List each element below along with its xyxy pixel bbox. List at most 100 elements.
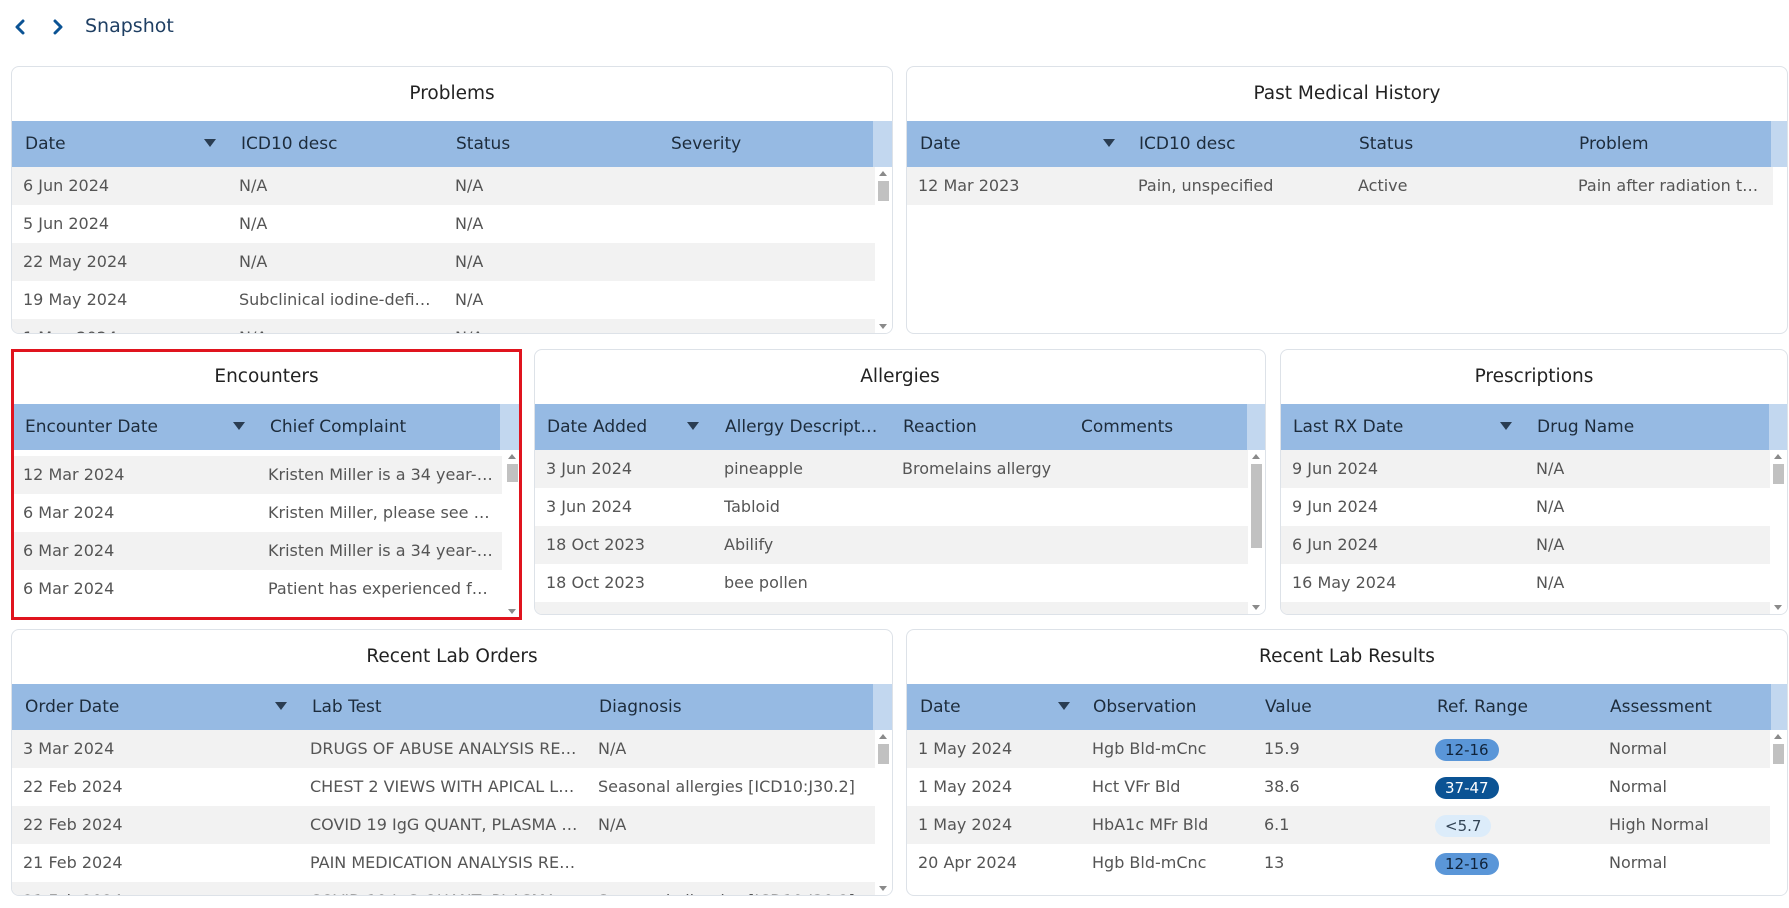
scrollbar[interactable]: [1770, 730, 1787, 895]
column-header-drug-name[interactable]: Drug Name: [1537, 404, 1634, 450]
column-header-date[interactable]: Date: [25, 121, 66, 167]
sort-desc-icon[interactable]: [275, 702, 287, 710]
scrollbar-thumb[interactable]: [878, 744, 889, 764]
card-title: Problems: [409, 83, 495, 104]
column-header-encounter-date[interactable]: Encounter Date: [25, 404, 158, 450]
ref-range-badge: 12-16: [1435, 852, 1499, 875]
table-row[interactable]: 12 May 2024N/A: [1281, 602, 1771, 614]
table-row[interactable]: 6 Mar 2024 Kristen Miller, please see yo…: [12, 494, 502, 532]
table-row[interactable]: 12 Mar 2024 Kristen Miller is a 34 year-o…: [12, 456, 502, 494]
column-header-chief-complaint[interactable]: Chief Complaint: [270, 404, 406, 450]
scrollbar-thumb[interactable]: [1773, 744, 1784, 764]
column-header-severity[interactable]: Severity: [671, 121, 741, 167]
table-row[interactable]: 22 Feb 2024 COVID 19 IgG QUANT, PLASMA (……: [12, 806, 875, 844]
recent-lab-results-card: Recent Lab Results Date Observation Valu…: [906, 629, 1788, 896]
sort-desc-icon[interactable]: [233, 422, 245, 430]
table-header: Date Observation Value Ref. Range Assess…: [907, 684, 1773, 730]
scrollbar[interactable]: [504, 450, 521, 618]
table-row[interactable]: 3 Mar 2024 DRUGS OF ABUSE ANALYSIS RE… N/A: [12, 730, 875, 768]
column-header-icd10[interactable]: ICD10 desc: [241, 121, 337, 167]
column-header-allergy-description[interactable]: Allergy Descript…: [725, 404, 877, 450]
table-header: Date ICD10 desc Status Problem: [907, 121, 1773, 167]
table-row[interactable]: 21 Feb 2024COVID 19 IgG QUANT, PLASMA (……: [12, 882, 875, 895]
table-row[interactable]: 1 May 2024 Hgb Bld-mCnc 15.9 12-16 Normal: [907, 730, 1773, 768]
scrollbar[interactable]: [1770, 450, 1787, 614]
scrollbar-thumb[interactable]: [1251, 464, 1262, 548]
scroll-up-icon[interactable]: [1252, 454, 1260, 459]
column-header-last-rx-date[interactable]: Last RX Date: [1293, 404, 1403, 450]
table-header: Order Date Lab Test Diagnosis: [12, 684, 875, 730]
column-header-date-added[interactable]: Date Added: [547, 404, 647, 450]
table-body: 9 Jun 2024 N/A 9 Jun 2024 N/A 6 Jun 2024 N/…: [1281, 450, 1771, 614]
allergies-card: Allergies Date Added Allergy Descript… R…: [534, 349, 1266, 615]
table-row[interactable]: 6 Mar 2024 Patient has experienced feel…: [12, 570, 502, 608]
table-row[interactable]: 20 Apr 2024 Hgb Bld-mCnc 13 12-16 Normal: [907, 844, 1773, 882]
column-header-icd10[interactable]: ICD10 desc: [1139, 121, 1235, 167]
scrollbar[interactable]: [875, 167, 892, 333]
past-medical-history-card: Past Medical History Date ICD10 desc Sta…: [906, 66, 1788, 334]
sort-desc-icon[interactable]: [204, 139, 216, 147]
column-header-date[interactable]: Date: [920, 121, 961, 167]
scroll-down-icon[interactable]: [1252, 605, 1260, 610]
column-header-comments[interactable]: Comments: [1081, 404, 1173, 450]
column-header-status[interactable]: Status: [456, 121, 510, 167]
chevron-right-icon: [53, 19, 63, 35]
prescriptions-card: Prescriptions Last RX Date Drug Name 9 J…: [1280, 349, 1788, 615]
column-header-order-date[interactable]: Order Date: [25, 684, 119, 730]
scroll-down-icon[interactable]: [879, 324, 887, 329]
column-header-observation[interactable]: Observation: [1093, 684, 1197, 730]
column-header-status[interactable]: Status: [1359, 121, 1413, 167]
table-row[interactable]: 6 Mar 2024 Kristen Miller is a 34 year-ol…: [12, 532, 502, 570]
scroll-down-icon[interactable]: [879, 886, 887, 891]
sort-desc-icon[interactable]: [1058, 702, 1070, 710]
table-row[interactable]: 16 May 2024 N/A: [1281, 564, 1771, 602]
forward-button[interactable]: [46, 14, 70, 40]
recent-lab-orders-card: Recent Lab Orders Order Date Lab Test Di…: [11, 629, 893, 896]
column-header-lab-test[interactable]: Lab Test: [312, 684, 382, 730]
scroll-up-icon[interactable]: [879, 734, 887, 739]
column-header-problem[interactable]: Problem: [1579, 121, 1649, 167]
sort-desc-icon[interactable]: [1103, 139, 1115, 147]
card-title: Past Medical History: [1253, 83, 1441, 104]
scroll-down-icon[interactable]: [1774, 605, 1782, 610]
scrollbar-thumb[interactable]: [1773, 464, 1784, 484]
scroll-up-icon[interactable]: [879, 171, 887, 176]
table-row[interactable]: 22 May 2024 N/A N/A: [12, 243, 875, 281]
table-body: 3 Jun 2024 pineapple Bromelains allergy 3 …: [535, 450, 1249, 614]
scrollbar-thumb[interactable]: [878, 181, 889, 201]
scrollbar[interactable]: [1248, 450, 1265, 614]
table-row[interactable]: 27 Dec 2022if Hatched ...Ala Zaria: [535, 602, 1249, 614]
table-row[interactable]: 21 Feb 2024 PAIN MEDICATION ANALYSIS RE…: [12, 844, 875, 882]
table-row[interactable]: 6 Jun 2024 N/A: [1281, 526, 1771, 564]
scroll-up-icon[interactable]: [508, 454, 516, 459]
table-row[interactable]: 6 Jun 2024 N/A N/A: [12, 167, 875, 205]
table-row[interactable]: 9 Jun 2024 N/A: [1281, 488, 1771, 526]
column-header-date[interactable]: Date: [920, 684, 961, 730]
scrollbar-thumb[interactable]: [507, 464, 518, 482]
back-button[interactable]: [8, 14, 32, 40]
table-row[interactable]: 1 May 2024 Hct VFr Bld 38.6 37-47 Normal: [907, 768, 1773, 806]
column-header-assessment[interactable]: Assessment: [1610, 684, 1712, 730]
table-row[interactable]: 19 May 2024 Subclinical iodine-defici… N/A: [12, 281, 875, 319]
table-row[interactable]: 1 May 2024 HbA1c MFr Bld 6.1 <5.7 High Norma…: [907, 806, 1773, 844]
table-row[interactable]: 3 Jun 2024 Tabloid: [535, 488, 1249, 526]
column-header-reaction[interactable]: Reaction: [903, 404, 977, 450]
table-row[interactable]: 9 Jun 2024 N/A: [1281, 450, 1771, 488]
table-body: 12 Mar 2023 Pain, unspecified Active Pain a…: [907, 167, 1773, 333]
table-row[interactable]: 1 May 2024N/AN/A: [12, 319, 875, 333]
scroll-up-icon[interactable]: [1774, 454, 1782, 459]
table-row[interactable]: 22 Feb 2024 CHEST 2 VIEWS WITH APICAL L… S…: [12, 768, 875, 806]
column-header-ref-range[interactable]: Ref. Range: [1437, 684, 1528, 730]
table-row[interactable]: 12 Mar 2023 Pain, unspecified Active Pain a…: [907, 167, 1773, 205]
column-header-value[interactable]: Value: [1265, 684, 1312, 730]
sort-desc-icon[interactable]: [687, 422, 699, 430]
column-header-diagnosis[interactable]: Diagnosis: [599, 684, 682, 730]
scroll-up-icon[interactable]: [1774, 734, 1782, 739]
table-row[interactable]: 5 Jun 2024 N/A N/A: [12, 205, 875, 243]
table-row[interactable]: 3 Jun 2024 pineapple Bromelains allergy: [535, 450, 1249, 488]
sort-desc-icon[interactable]: [1500, 422, 1512, 430]
table-row[interactable]: 18 Oct 2023 Abilify: [535, 526, 1249, 564]
scroll-down-icon[interactable]: [508, 609, 516, 614]
scrollbar[interactable]: [875, 730, 892, 895]
table-row[interactable]: 18 Oct 2023 bee pollen: [535, 564, 1249, 602]
